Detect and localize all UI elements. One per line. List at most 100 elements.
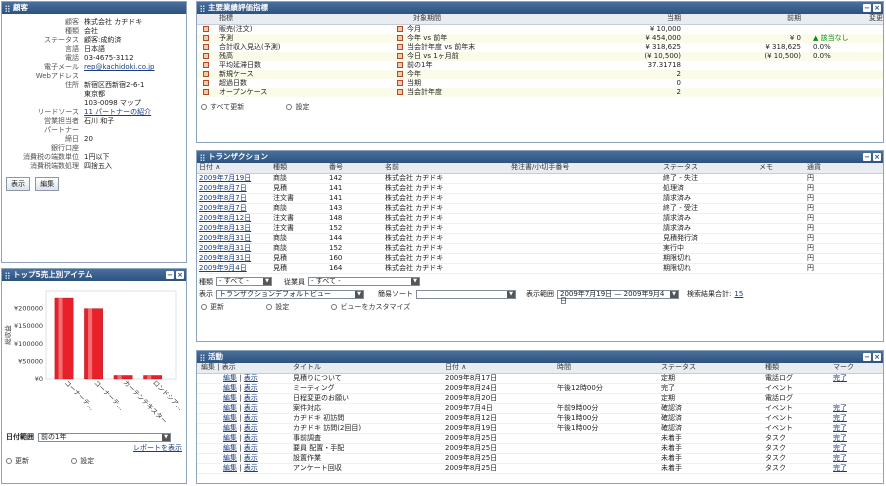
tx-col-header[interactable]: 発注書/小切手番号 xyxy=(509,163,661,174)
view-link[interactable]: 表示 xyxy=(244,454,258,462)
act-col-header[interactable]: ステータス xyxy=(657,363,761,374)
view-select[interactable]: トランザクションデフォルトビュー ▼ xyxy=(216,289,364,299)
act-col-header[interactable]: 編集 | 表示 xyxy=(197,363,289,374)
tx-col-header[interactable]: 番号 xyxy=(327,163,383,174)
tx-col-header[interactable]: 種類 xyxy=(271,163,327,174)
kpi-detail-icon[interactable] xyxy=(203,43,209,50)
view-link[interactable]: 表示 xyxy=(244,374,258,382)
act-cell[interactable]: 完了 xyxy=(829,443,883,454)
sort-select[interactable]: ▼ xyxy=(416,289,516,299)
view-link[interactable]: 表示 xyxy=(244,394,258,402)
tx-col-header[interactable]: ステータス xyxy=(661,163,757,174)
tx-cell[interactable]: 2009年8月12日 xyxy=(197,213,271,224)
edit-link[interactable]: 編集 xyxy=(223,394,237,402)
edit-link[interactable]: 編集 xyxy=(223,434,237,442)
kpi-chart-icon[interactable] xyxy=(397,88,403,95)
refresh-all-button[interactable]: すべて更新 xyxy=(201,102,244,112)
drag-handle-icon[interactable] xyxy=(5,4,10,12)
tx-cell[interactable]: 2009年8月7日 xyxy=(197,193,271,204)
employee-filter-select[interactable]: - すべて - ▼ xyxy=(308,277,420,286)
act-col-header[interactable]: 種類 xyxy=(761,363,829,374)
close-icon[interactable]: × xyxy=(176,271,184,279)
kpi-chart-icon[interactable] xyxy=(397,70,403,77)
table-row[interactable]: 2009年8月7日 商談 143 株式会社 カヂドキ 終了 - 受注 円 xyxy=(197,203,883,214)
kpi-col-change[interactable]: 変更 xyxy=(807,14,883,25)
type-filter-select[interactable]: - すべて - ▼ xyxy=(216,277,272,286)
edit-link[interactable]: 編集 xyxy=(223,464,237,472)
total-count-link[interactable]: 15 xyxy=(734,290,743,298)
drag-handle-icon[interactable] xyxy=(200,153,205,161)
table-row[interactable]: 2009年8月12日 注文書 148 株式会社 カヂドキ 請求済み 円 xyxy=(197,213,883,224)
customize-view-button[interactable]: ビューをカスタマイズ xyxy=(331,302,410,312)
tx-col-header[interactable]: 通貨 xyxy=(805,163,883,174)
tx-col-header[interactable]: メモ xyxy=(757,163,805,174)
kpi-chart-icon[interactable] xyxy=(397,25,403,32)
kpi-chart-icon[interactable] xyxy=(397,52,403,59)
edit-link[interactable]: 編集 xyxy=(223,374,237,382)
settings-button[interactable]: 設定 xyxy=(71,456,94,466)
kpi-col-previous[interactable]: 前期 xyxy=(687,14,807,25)
view-link[interactable]: 表示 xyxy=(244,444,258,452)
kpi-detail-icon[interactable] xyxy=(203,70,209,77)
act-col-header[interactable]: タイトル xyxy=(289,363,441,374)
act-cell[interactable] xyxy=(829,383,883,394)
table-row[interactable]: 2009年8月13日 注文書 152 株式会社 カヂドキ 請求済み 円 xyxy=(197,223,883,234)
minimize-icon[interactable]: − xyxy=(166,271,174,279)
kpi-detail-icon[interactable] xyxy=(203,88,209,95)
tx-cell[interactable]: 2009年9月4日 xyxy=(197,263,271,274)
act-cell[interactable]: 完了 xyxy=(829,453,883,464)
act-cell[interactable]: 完了 xyxy=(829,433,883,444)
minimize-icon[interactable]: − xyxy=(863,353,871,361)
edit-link[interactable]: 編集 xyxy=(223,444,237,452)
kpi-chart-icon[interactable] xyxy=(397,34,403,41)
kpi-col-current[interactable]: 当期 xyxy=(567,14,687,25)
kpi-chart-icon[interactable] xyxy=(397,43,403,50)
edit-button[interactable]: 編集 xyxy=(35,177,60,191)
tx-col-header[interactable]: 名前 xyxy=(383,163,509,174)
tx-cell[interactable]: 2009年8月31日 xyxy=(197,233,271,244)
kpi-col-name[interactable]: 指標 xyxy=(197,14,397,25)
act-cell[interactable]: 完了 xyxy=(829,403,883,414)
kpi-detail-icon[interactable] xyxy=(203,79,209,86)
table-row[interactable]: 2009年8月31日 商談 152 株式会社 カヂドキ 実行中 円 xyxy=(197,243,883,254)
view-link[interactable]: 表示 xyxy=(244,404,258,412)
table-row[interactable]: 2009年8月31日 見積 160 株式会社 カヂドキ 期限切れ 円 xyxy=(197,253,883,264)
act-cell[interactable]: 完了 xyxy=(829,373,883,384)
edit-link[interactable]: 編集 xyxy=(223,414,237,422)
tx-cell[interactable]: 2009年7月19日 xyxy=(197,173,271,184)
field-value[interactable]: rep@kachidoki.co.jp xyxy=(84,63,186,72)
table-row[interactable]: 2009年9月4日 見積 164 株式会社 カヂドキ 期限切れ 円 xyxy=(197,263,883,274)
date-range-select[interactable]: 前の1年 ▼ xyxy=(38,432,171,442)
tx-cell[interactable]: 2009年8月13日 xyxy=(197,223,271,234)
tx-cell[interactable]: 2009年8月7日 xyxy=(197,183,271,194)
minimize-icon[interactable]: − xyxy=(863,4,871,12)
close-icon[interactable]: × xyxy=(873,153,881,161)
kpi-detail-icon[interactable] xyxy=(203,34,209,41)
drag-handle-icon[interactable] xyxy=(200,353,205,361)
view-link[interactable]: 表示 xyxy=(244,434,258,442)
edit-link[interactable]: 編集 xyxy=(223,384,237,392)
act-cell[interactable]: 完了 xyxy=(829,463,883,474)
kpi-detail-icon[interactable] xyxy=(203,61,209,68)
range-select[interactable]: 2009年7月19日 — 2009年9月4日 ▼ xyxy=(557,289,679,304)
view-link[interactable]: 表示 xyxy=(244,464,258,472)
kpi-chart-icon[interactable] xyxy=(397,61,403,68)
field-value[interactable]: 11 パートナーの紹介 xyxy=(84,108,186,117)
kpi-detail-icon[interactable] xyxy=(203,25,209,32)
kpi-col-period[interactable]: 対象期間 xyxy=(397,14,567,25)
act-col-header[interactable]: マーク xyxy=(829,363,883,374)
table-row[interactable]: 2009年7月19日 商談 142 株式会社 カヂドキ 終了 - 失注 円 xyxy=(197,173,883,184)
act-cell[interactable]: 完了 xyxy=(829,413,883,424)
tx-settings-button[interactable]: 設定 xyxy=(266,302,289,312)
tx-cell[interactable]: 2009年8月31日 xyxy=(197,253,271,264)
act-cell[interactable]: 完了 xyxy=(829,423,883,434)
table-row[interactable]: 2009年8月7日 見積 141 株式会社 カヂドキ 処理済 円 xyxy=(197,183,883,194)
kpi-chart-icon[interactable] xyxy=(397,79,403,86)
tx-cell[interactable]: 2009年8月31日 xyxy=(197,243,271,254)
edit-link[interactable]: 編集 xyxy=(223,424,237,432)
view-link[interactable]: 表示 xyxy=(244,414,258,422)
edit-link[interactable]: 編集 xyxy=(223,454,237,462)
table-row[interactable]: 2009年8月7日 注文書 141 株式会社 カヂドキ 請求済み 円 xyxy=(197,193,883,204)
minimize-icon[interactable]: − xyxy=(863,153,871,161)
table-row[interactable]: 2009年8月31日 商談 144 株式会社 カヂドキ 見積発行済 円 xyxy=(197,233,883,244)
